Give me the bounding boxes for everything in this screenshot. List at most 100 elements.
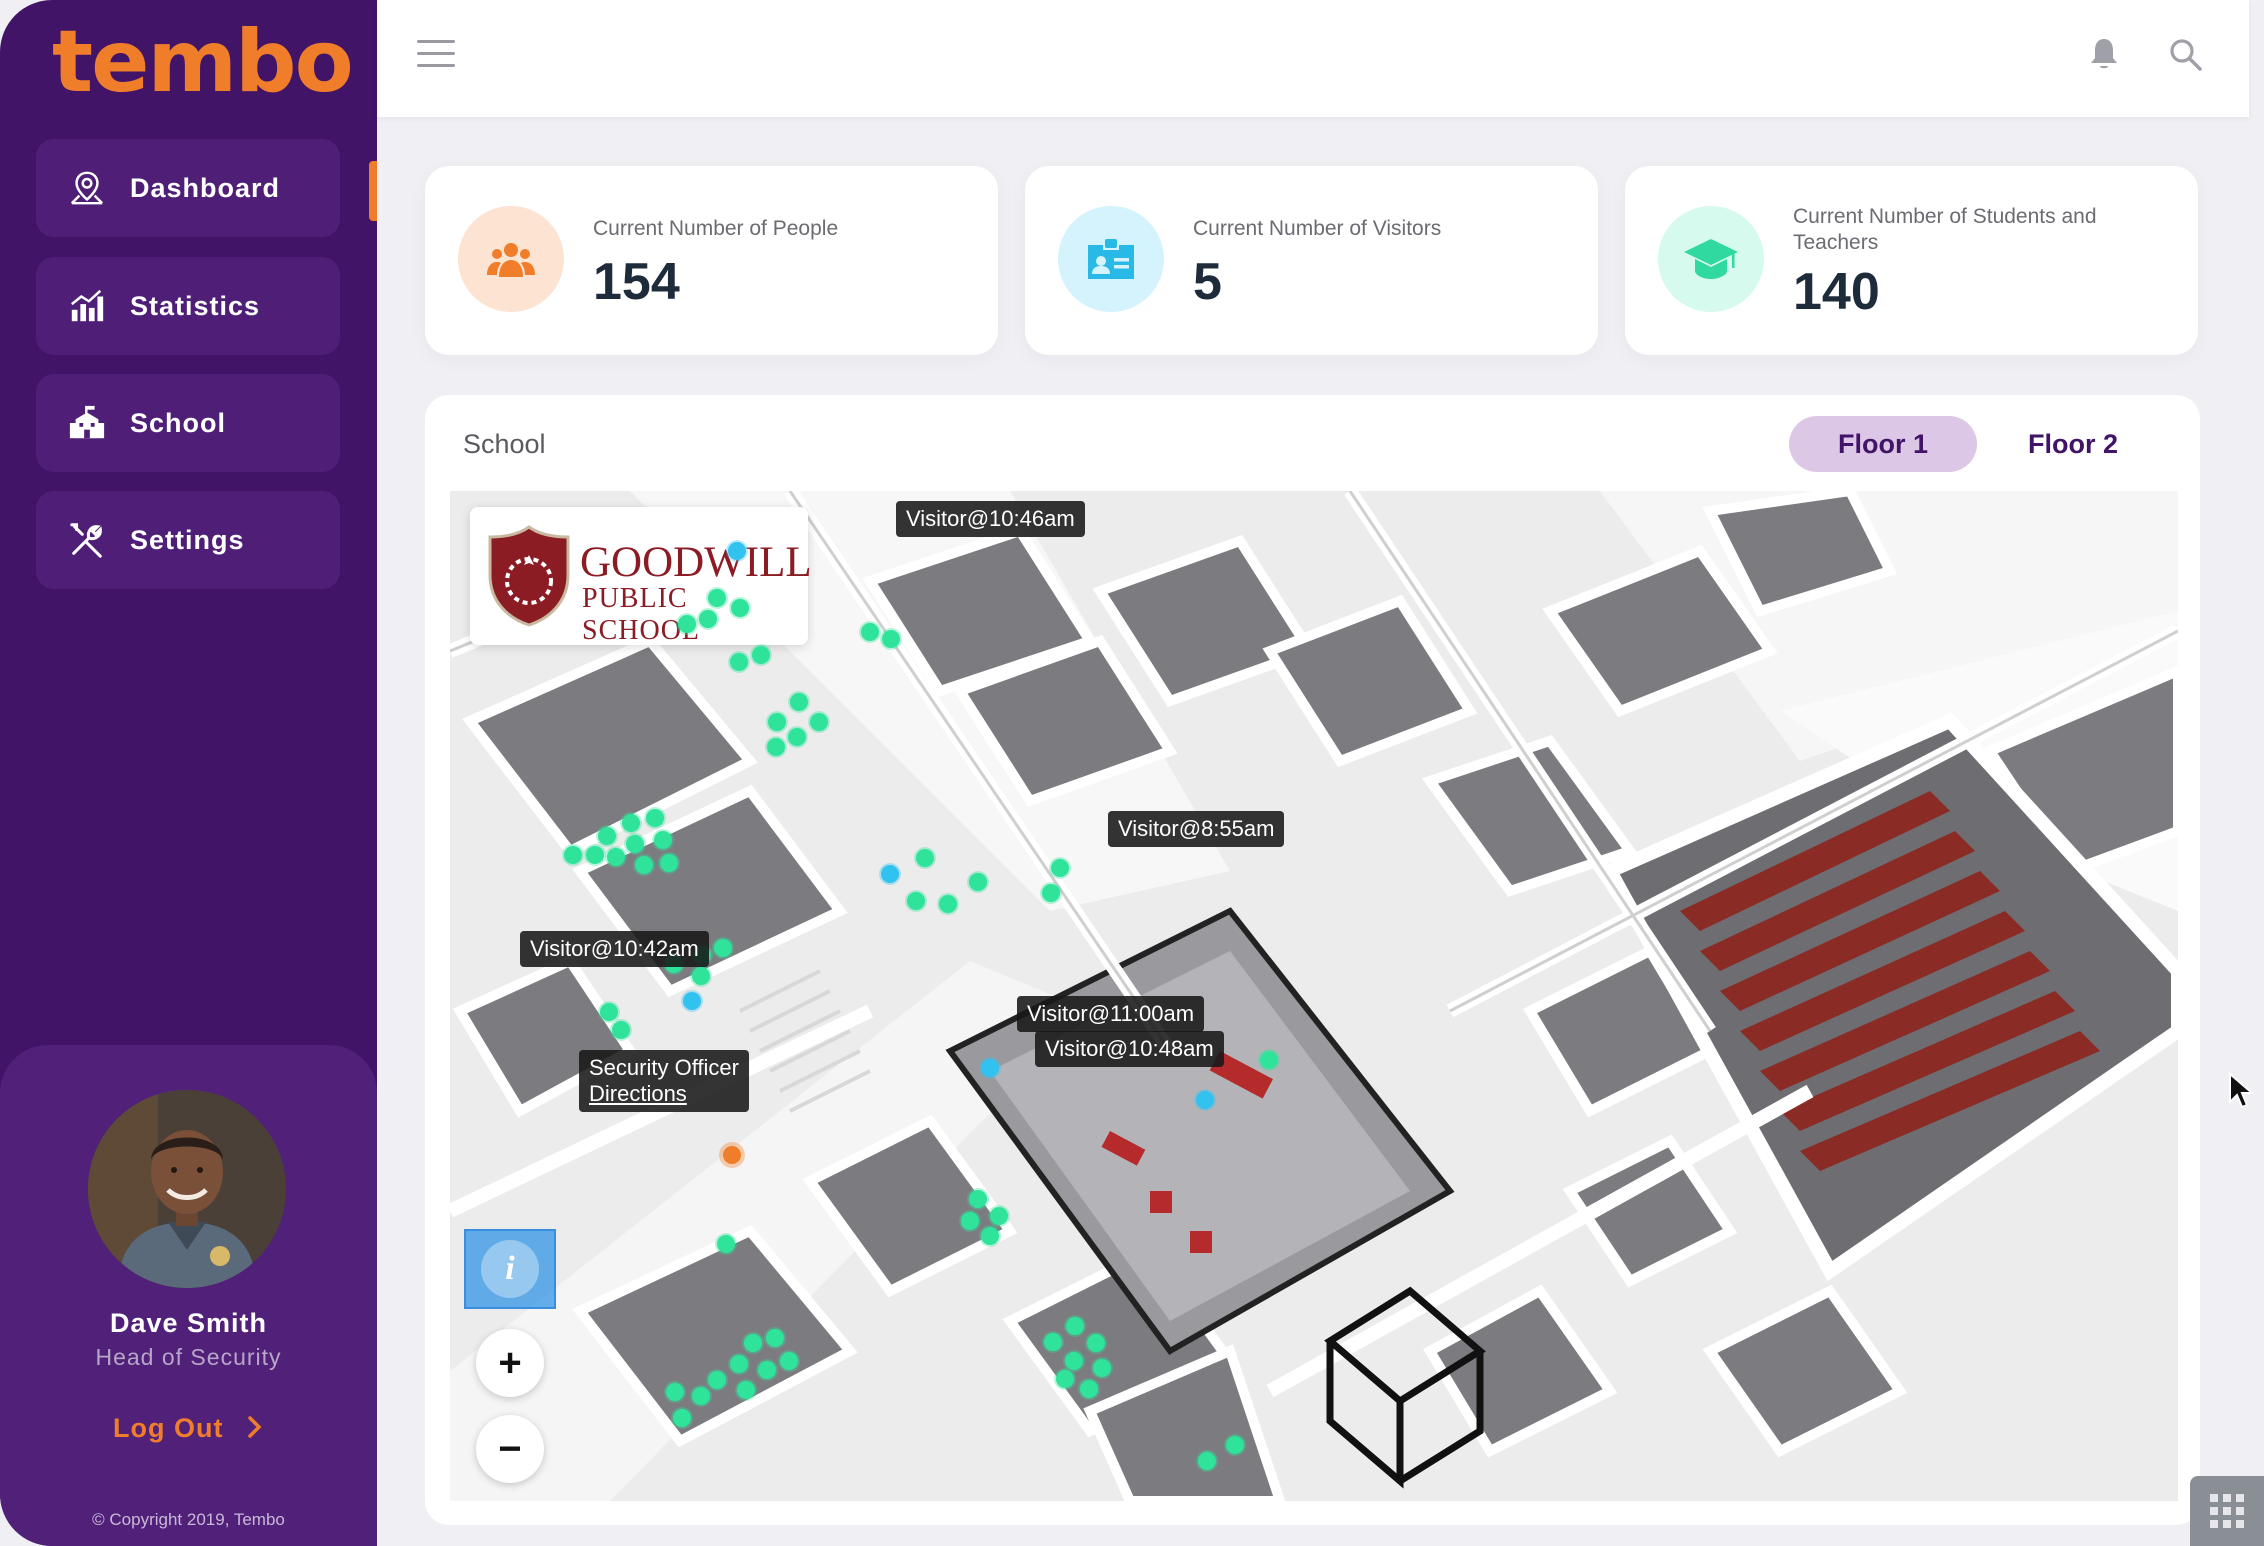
school-crest-icon (488, 525, 570, 627)
person-marker[interactable] (939, 895, 957, 913)
person-marker[interactable] (678, 615, 696, 633)
app-grid-button[interactable] (2190, 1476, 2264, 1546)
stat-label-students: Current Number of Students and Teachers (1793, 205, 2097, 254)
person-marker[interactable] (731, 599, 749, 617)
person-marker[interactable] (969, 1190, 987, 1208)
visitor-marker[interactable] (683, 992, 701, 1010)
security-officer-marker[interactable] (723, 1146, 741, 1164)
security-officer-tag[interactable]: Security Officer Directions (579, 1050, 749, 1112)
person-marker[interactable] (790, 693, 808, 711)
nav-item-dashboard[interactable]: Dashboard (36, 139, 340, 237)
person-marker[interactable] (626, 835, 644, 853)
person-marker[interactable] (810, 713, 828, 731)
person-marker[interactable] (1051, 859, 1069, 877)
school-building-icon (69, 405, 105, 439)
nav-item-statistics[interactable]: Statistics (36, 257, 340, 355)
floor-2-button[interactable]: Floor 2 (1979, 416, 2167, 472)
person-marker[interactable] (990, 1207, 1008, 1225)
person-marker[interactable] (1226, 1436, 1244, 1454)
tembo-logo[interactable]: tembo (52, 12, 354, 112)
person-marker[interactable] (744, 1334, 762, 1352)
person-marker[interactable] (600, 1003, 618, 1021)
person-marker[interactable] (660, 854, 678, 872)
person-marker[interactable] (1093, 1359, 1111, 1377)
person-marker[interactable] (708, 589, 726, 607)
avatar[interactable] (88, 1090, 286, 1288)
security-officer-label: Security Officer (589, 1055, 739, 1080)
person-marker[interactable] (766, 1329, 784, 1347)
visitor-tag[interactable]: Visitor@8:55am (1108, 811, 1285, 847)
person-marker[interactable] (612, 1021, 630, 1039)
map-pin-icon (70, 171, 104, 205)
graduation-cap-icon (1684, 239, 1738, 279)
person-marker[interactable] (1080, 1380, 1098, 1398)
person-marker[interactable] (961, 1212, 979, 1230)
directions-link[interactable]: Directions (589, 1081, 687, 1106)
person-marker[interactable] (692, 967, 710, 985)
hamburger-icon[interactable] (417, 40, 455, 70)
info-button[interactable]: i (464, 1229, 556, 1309)
person-marker[interactable] (730, 653, 748, 671)
nav-item-settings[interactable]: Settings (36, 491, 340, 589)
logout-button[interactable]: Log Out (0, 1413, 377, 1444)
person-marker[interactable] (654, 831, 672, 849)
person-marker[interactable] (692, 1387, 710, 1405)
visitor-tag[interactable]: Visitor@10:42am (520, 931, 709, 967)
person-marker[interactable] (717, 1235, 735, 1253)
person-marker[interactable] (1042, 884, 1060, 902)
person-marker[interactable] (737, 1381, 755, 1399)
person-marker[interactable] (646, 809, 664, 827)
visitor-tag[interactable]: Visitor@10:46am (896, 501, 1085, 537)
nav-label-statistics: Statistics (130, 290, 261, 321)
person-marker[interactable] (598, 827, 616, 845)
person-marker[interactable] (907, 892, 925, 910)
search-icon[interactable] (2167, 36, 2203, 72)
stat-icon-visitors (1058, 206, 1164, 312)
nav-item-school[interactable]: School (36, 374, 340, 472)
visitor-marker[interactable] (981, 1059, 999, 1077)
person-marker[interactable] (1066, 1317, 1084, 1335)
person-marker[interactable] (635, 856, 653, 874)
zoom-out-button[interactable]: − (476, 1415, 544, 1483)
person-marker[interactable] (758, 1361, 776, 1379)
floor-1-button[interactable]: Floor 1 (1789, 416, 1977, 472)
visitor-marker[interactable] (1196, 1091, 1214, 1109)
person-marker[interactable] (708, 1371, 726, 1389)
person-marker[interactable] (916, 849, 934, 867)
bell-icon[interactable] (2089, 36, 2119, 72)
person-marker[interactable] (767, 738, 785, 756)
nav-active-indicator (369, 161, 377, 221)
visitor-marker[interactable] (728, 542, 746, 560)
nav-label-school: School (130, 407, 227, 438)
person-marker[interactable] (730, 1355, 748, 1373)
person-marker[interactable] (768, 713, 786, 731)
person-marker[interactable] (752, 646, 770, 664)
person-marker[interactable] (780, 1352, 798, 1370)
visitor-tag[interactable]: Visitor@11:00am (1017, 996, 1205, 1032)
person-marker[interactable] (861, 623, 879, 641)
person-marker[interactable] (1260, 1051, 1278, 1069)
visitor-marker[interactable] (881, 865, 899, 883)
person-marker[interactable] (714, 939, 732, 957)
person-marker[interactable] (1056, 1370, 1074, 1388)
person-marker[interactable] (969, 873, 987, 891)
person-marker[interactable] (666, 1383, 684, 1401)
person-marker[interactable] (673, 1409, 691, 1427)
person-marker[interactable] (882, 630, 900, 648)
person-marker[interactable] (586, 846, 604, 864)
zoom-in-button[interactable]: + (476, 1329, 544, 1397)
person-marker[interactable] (1198, 1452, 1216, 1470)
person-marker[interactable] (1087, 1334, 1105, 1352)
person-marker[interactable] (564, 846, 582, 864)
person-marker[interactable] (1065, 1352, 1083, 1370)
person-marker[interactable] (788, 728, 806, 746)
floor-map[interactable]: GOODWILL PUBLIC SCHOOL Visitor@10:46am V… (450, 491, 2178, 1501)
visitor-tag[interactable]: Visitor@10:48am (1035, 1031, 1224, 1067)
person-marker[interactable] (981, 1227, 999, 1245)
stat-value-students: 140 (1793, 263, 1880, 321)
person-marker[interactable] (1044, 1333, 1062, 1351)
person-marker[interactable] (607, 848, 625, 866)
person-marker[interactable] (699, 610, 717, 628)
mouse-cursor-icon (2229, 1072, 2254, 1109)
person-marker[interactable] (622, 814, 640, 832)
